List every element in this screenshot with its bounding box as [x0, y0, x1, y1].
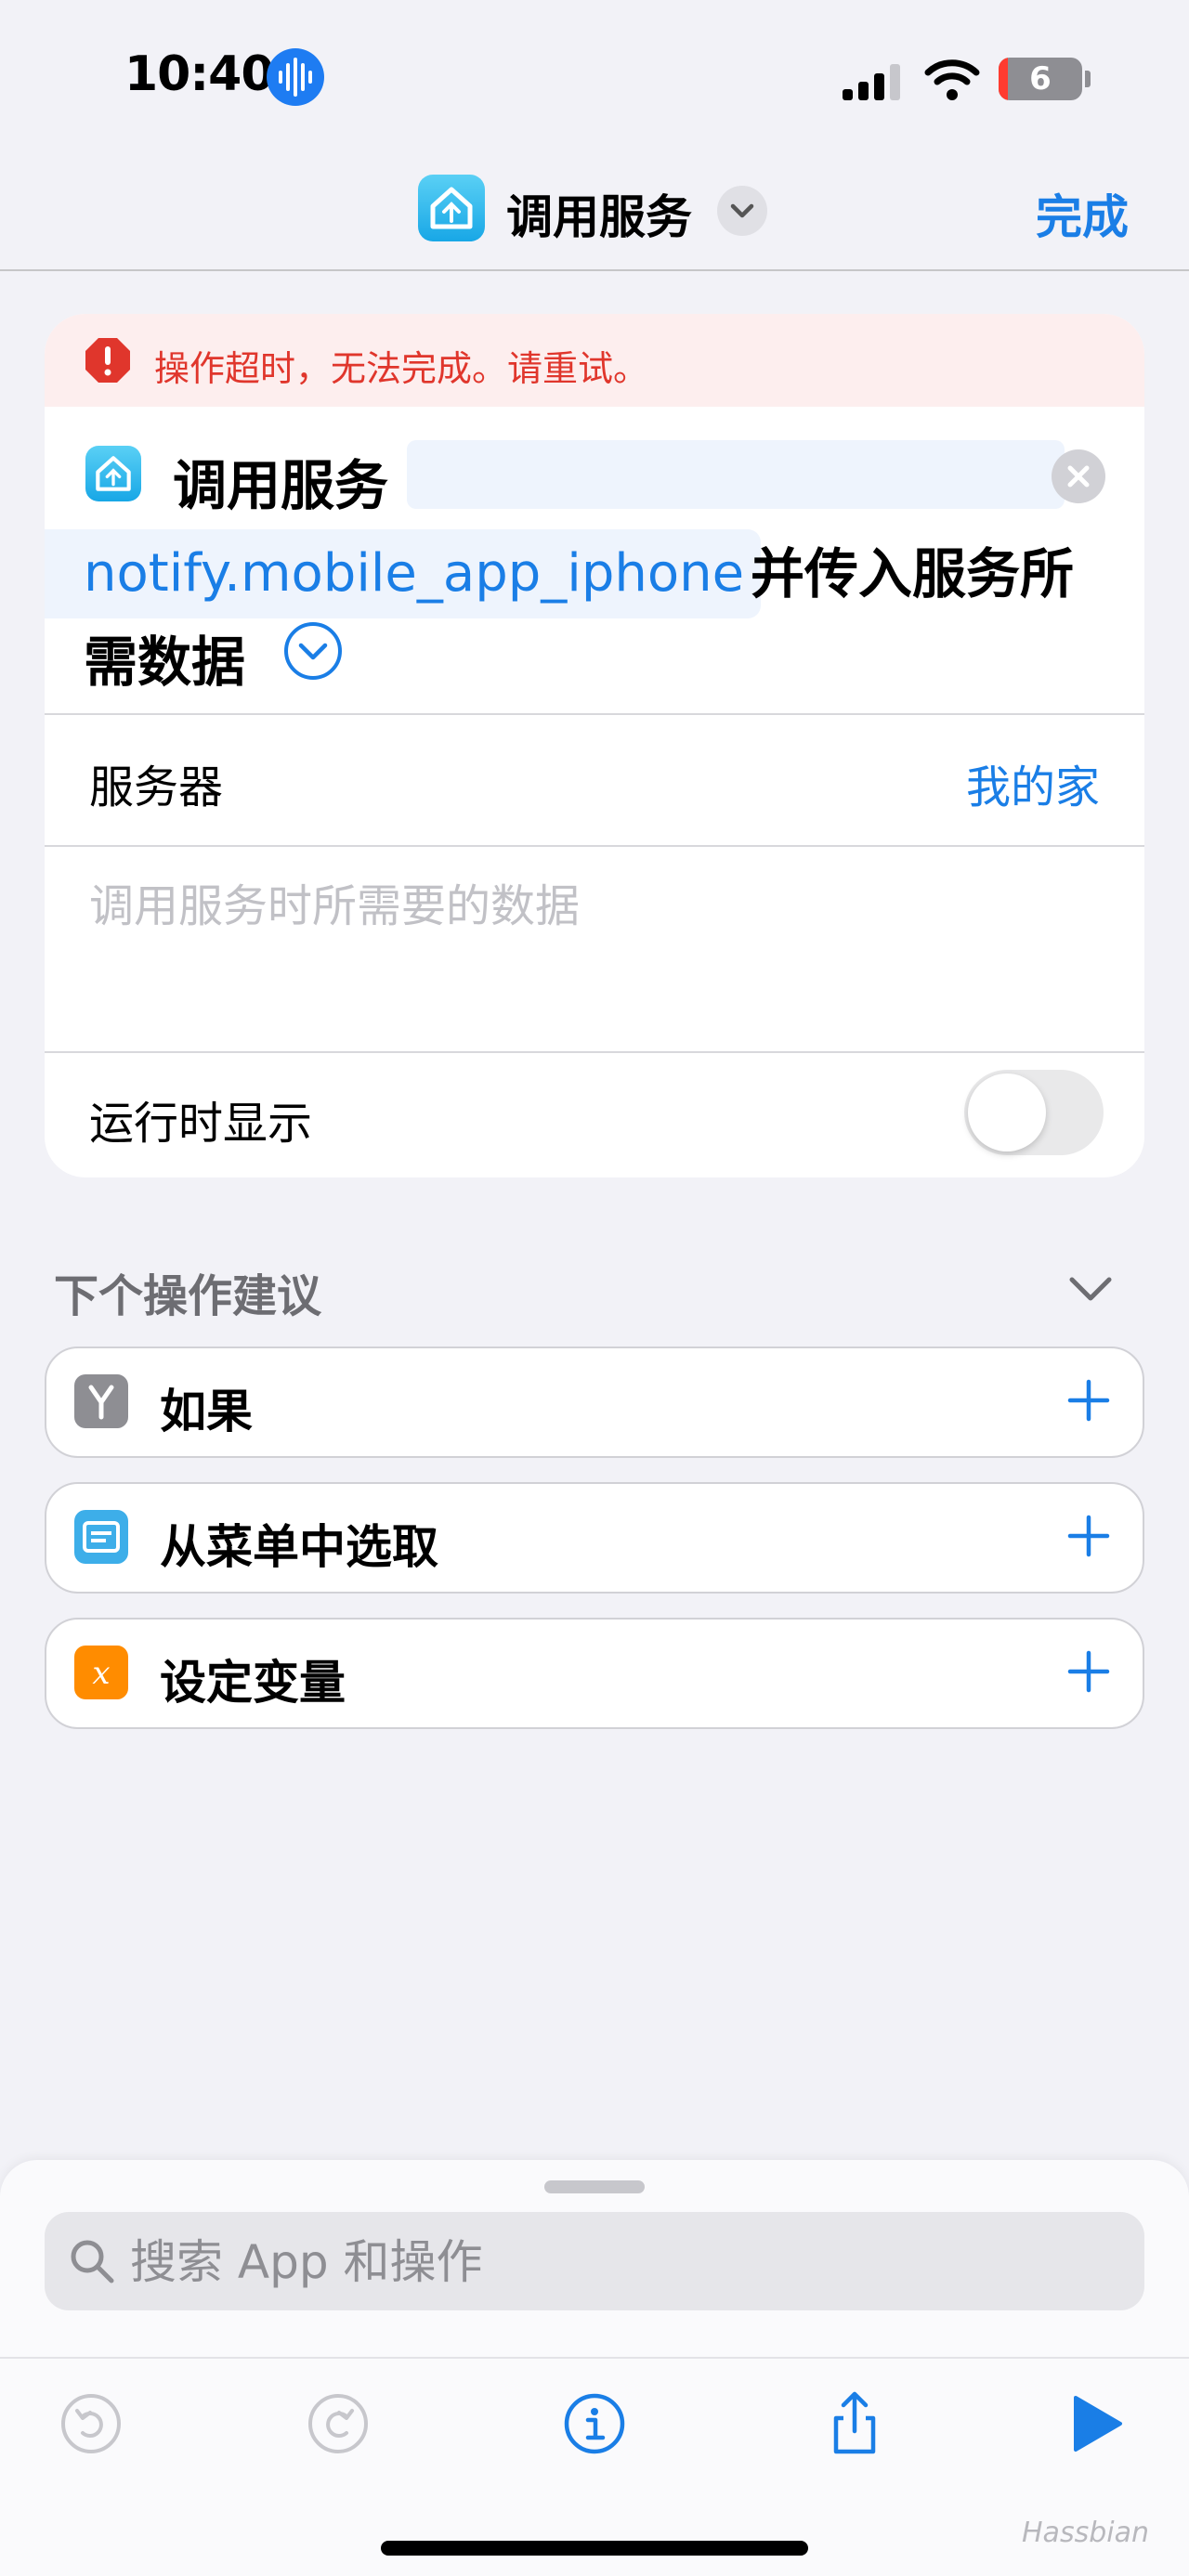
suggestion-choose-from-menu[interactable]: 从菜单中选取 — [45, 1482, 1144, 1594]
sheet-grabber[interactable] — [544, 2180, 645, 2193]
expand-chevron-icon[interactable] — [282, 620, 344, 682]
divider — [45, 1051, 1144, 1053]
suggestion-label: 从菜单中选取 — [160, 1520, 438, 1574]
voice-memo-icon — [267, 48, 324, 106]
home-assistant-icon — [85, 446, 141, 501]
search-input[interactable] — [128, 2212, 1061, 2312]
add-icon[interactable] — [1063, 1374, 1115, 1426]
suggestion-if[interactable]: 如果 — [45, 1347, 1144, 1458]
redo-icon[interactable] — [301, 2387, 375, 2461]
chevron-down-icon[interactable] — [717, 186, 767, 236]
battery-icon: 6 — [999, 58, 1082, 100]
suggestion-label: 如果 — [160, 1385, 253, 1438]
error-icon — [84, 336, 132, 384]
action-suffix-text: 并传入服务所 — [751, 542, 1075, 605]
action-label: 调用服务 — [173, 454, 389, 517]
search-bar[interactable] — [45, 2212, 1144, 2312]
battery-level-text: 6 — [1029, 60, 1052, 98]
service-name-token[interactable]: notify.mobile_app_iphone — [45, 529, 762, 618]
nav-title[interactable]: 调用服务 — [506, 180, 692, 247]
watermark-logo: Hassbian — [1022, 2517, 1149, 2549]
action-card: 操作超时，无法完成。请重试。 调用服务 notify.mobile_app_ip… — [45, 314, 1144, 1177]
action-search-sheet — [0, 2160, 1189, 2576]
show-when-run-toggle[interactable] — [964, 1070, 1104, 1155]
add-icon[interactable] — [1063, 1510, 1115, 1562]
info-icon[interactable] — [557, 2387, 632, 2461]
error-banner: 操作超时，无法完成。请重试。 — [45, 314, 1144, 407]
battery-cap — [1085, 71, 1091, 87]
toolbar-divider — [0, 2357, 1189, 2359]
home-assistant-icon — [418, 175, 485, 241]
service-token-field[interactable] — [407, 440, 1065, 509]
home-indicator — [381, 2541, 808, 2556]
cellular-signal-icon — [841, 61, 906, 102]
run-icon[interactable] — [1059, 2387, 1133, 2461]
divider — [45, 713, 1144, 715]
divider — [45, 845, 1144, 847]
toggle-knob — [968, 1073, 1046, 1151]
suggestion-label: 设定变量 — [160, 1656, 346, 1710]
add-icon[interactable] — [1063, 1646, 1115, 1698]
chevron-down-icon[interactable] — [1066, 1270, 1115, 1308]
wifi-icon — [924, 56, 980, 102]
server-value[interactable]: 我的家 — [966, 750, 1100, 815]
status-time: 10:40 — [124, 46, 275, 102]
show-when-run-label: 运行时显示 — [89, 1098, 313, 1150]
status-bar: 10:40 6 — [0, 0, 1189, 158]
undo-icon[interactable] — [54, 2387, 128, 2461]
search-icon — [65, 2234, 119, 2288]
done-button[interactable]: 完成 — [1036, 180, 1129, 247]
svg-text:x: x — [92, 1655, 110, 1692]
share-icon[interactable] — [817, 2387, 892, 2461]
menu-icon — [74, 1510, 128, 1564]
service-data-field[interactable]: 调用服务时所需要的数据 — [89, 869, 580, 934]
error-message: 操作超时，无法完成。请重试。 — [154, 348, 649, 389]
action-suffix-text-continued: 需数据 — [84, 631, 246, 694]
server-label: 服务器 — [89, 761, 224, 813]
clear-icon[interactable] — [1052, 449, 1105, 503]
nav-bar: 调用服务 完成 — [0, 158, 1189, 271]
suggestions-title: 下个操作建议 — [54, 1270, 322, 1322]
variable-icon: x — [74, 1646, 128, 1699]
branch-icon — [74, 1374, 128, 1428]
suggestion-set-variable[interactable]: x 设定变量 — [45, 1618, 1144, 1729]
